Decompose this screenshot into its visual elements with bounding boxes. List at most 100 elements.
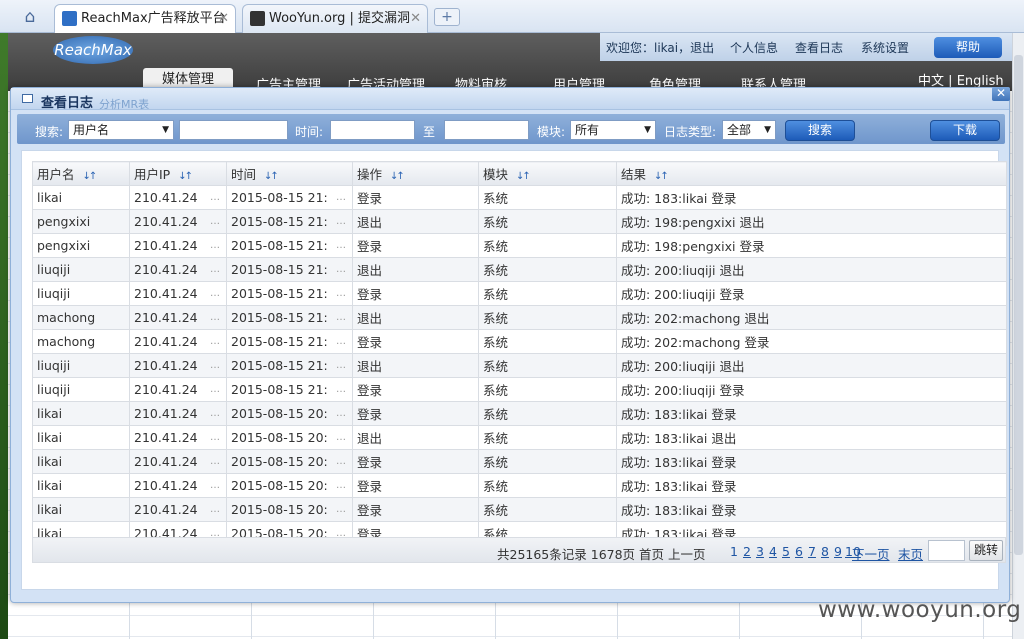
- table-row[interactable]: machong 210.41.24 … 2015-08-15 21: … 登录 系统 成功: …: [32, 329, 1007, 354]
- column-header-label: 结果: [621, 167, 647, 182]
- search-toolbar: 搜索: 用户名 ▼ 时间: 至 模块: 所有 ▼ 日志类型: 全部 ▼ 搜索 下…: [17, 114, 1005, 144]
- table-cell-result: 成功: 183:likai 登录: [616, 185, 1007, 210]
- dialog-titlebar[interactable]: 查看日志 分析MR表: [11, 88, 1009, 111]
- table-row[interactable]: likai 210.41.24 … 2015-08-15 20: … 登录 系统 成功: 18…: [32, 497, 1007, 522]
- table-row[interactable]: liuqiji 210.41.24 … 2015-08-15 21: … 登录 系统 成功: …: [32, 281, 1007, 306]
- new-tab-button[interactable]: +: [434, 8, 460, 26]
- page-jump-button[interactable]: 跳转: [969, 540, 1003, 561]
- end-time-input[interactable]: [444, 120, 529, 140]
- search-field-select[interactable]: 用户名 ▼: [68, 120, 174, 140]
- sort-arrows-icon[interactable]: ↓↑: [83, 171, 98, 182]
- table-cell-username: likai: [32, 449, 130, 474]
- tab-label: ReachMax广告释放平台: [81, 11, 226, 26]
- log-type-select[interactable]: 全部 ▼: [722, 120, 776, 140]
- start-time-input[interactable]: [330, 120, 415, 140]
- table-row[interactable]: likai 210.41.24 … 2015-08-15 20: … 登录 系统 成功: 18…: [32, 473, 1007, 498]
- search-field-value: 用户名: [73, 123, 110, 137]
- table-row[interactable]: machong 210.41.24 … 2015-08-15 21: … 退出 系统 成功: …: [32, 305, 1007, 330]
- page-link-9[interactable]: 9: [834, 544, 842, 559]
- table-cell-time: 2015-08-15 21:…: [226, 329, 353, 354]
- cell-text: 系统: [483, 215, 509, 230]
- first-page-link[interactable]: 首页: [639, 544, 664, 563]
- table-row[interactable]: likai 210.41.24 … 2015-08-15 21: … 登录 系统 成功: 18…: [32, 185, 1007, 210]
- profile-link[interactable]: 个人信息: [730, 39, 778, 56]
- page-jump-input[interactable]: [928, 540, 965, 561]
- table-row[interactable]: liuqiji 210.41.24 … 2015-08-15 21: … 退出 系统 成功: …: [32, 257, 1007, 282]
- page-link-2[interactable]: 2: [743, 544, 751, 559]
- page-link-8[interactable]: 8: [821, 544, 829, 559]
- table-cell-result: 成功: 198:pengxixi 退出: [616, 209, 1007, 234]
- table-cell-module: 系统: [478, 185, 617, 210]
- page-link-5[interactable]: 5: [782, 544, 790, 559]
- page-link-6[interactable]: 6: [795, 544, 803, 559]
- column-header-user-ip[interactable]: 用户IP ↓↑: [129, 161, 227, 186]
- column-header-result[interactable]: 结果 ↓↑: [616, 161, 1007, 186]
- cell-text: 成功: 183:likai 登录: [621, 479, 737, 494]
- table-cell-operation: 退出: [352, 209, 479, 234]
- cell-text: 210.41.24: [134, 334, 198, 349]
- page-link-1[interactable]: 1: [730, 544, 738, 559]
- column-header-username[interactable]: 用户名 ↓↑: [32, 161, 130, 186]
- welcome-logout-link[interactable]: 欢迎您：likai，退出: [606, 39, 714, 56]
- page-link-4[interactable]: 4: [769, 544, 777, 559]
- cell-text: likai: [37, 478, 63, 493]
- home-icon[interactable]: ⌂: [18, 6, 42, 28]
- column-header-time[interactable]: 时间 ↓↑: [226, 161, 353, 186]
- prev-page-link[interactable]: 上一页: [668, 544, 706, 563]
- close-tab-icon[interactable]: ✕: [218, 5, 229, 32]
- page-link-7[interactable]: 7: [808, 544, 816, 559]
- table-row[interactable]: liuqiji 210.41.24 … 2015-08-15 21: … 退出 系统 成功: …: [32, 353, 1007, 378]
- table-row[interactable]: pengxixi 210.41.24 … 2015-08-15 21: … 退出 系统 成功:…: [32, 209, 1007, 234]
- view-log-dialog: 查看日志 分析MR表 ✕ 搜索: 用户名 ▼ 时间: 至 模块: 所有 ▼ 日志…: [10, 87, 1010, 603]
- column-header-module[interactable]: 模块 ↓↑: [478, 161, 617, 186]
- ellipsis-icon: …: [210, 384, 220, 395]
- dialog-close-icon[interactable]: ✕: [992, 87, 1010, 101]
- cell-text: 系统: [483, 263, 509, 278]
- close-tab-icon[interactable]: ✕: [410, 5, 421, 32]
- browser-tab-wooyun[interactable]: WooYun.org | 提交漏洞 ✕: [242, 4, 428, 33]
- next-page-link[interactable]: 下一页: [852, 544, 890, 563]
- table-cell-user-ip: 210.41.24…: [129, 305, 227, 330]
- sort-arrows-icon[interactable]: ↓↑: [516, 171, 531, 182]
- ellipsis-icon: …: [336, 312, 346, 323]
- search-keyword-input[interactable]: [179, 120, 288, 140]
- cell-text: 系统: [483, 383, 509, 398]
- column-header-operation[interactable]: 操作 ↓↑: [352, 161, 479, 186]
- module-select[interactable]: 所有 ▼: [570, 120, 656, 140]
- sort-arrows-icon[interactable]: ↓↑: [390, 171, 405, 182]
- help-button[interactable]: 帮助: [934, 37, 1002, 58]
- table-row[interactable]: likai 210.41.24 … 2015-08-15 20: … 退出 系统 成功: 18…: [32, 425, 1007, 450]
- download-button[interactable]: 下载: [930, 120, 1000, 141]
- table-cell-result: 成功: 183:likai 登录: [616, 473, 1007, 498]
- table-row[interactable]: likai 210.41.24 … 2015-08-15 20: … 登录 系统 成功: 18…: [32, 449, 1007, 474]
- table-cell-result: 成功: 200:liuqiji 登录: [616, 281, 1007, 306]
- table-row[interactable]: liuqiji 210.41.24 … 2015-08-15 21: … 登录 系统 成功: …: [32, 377, 1007, 402]
- view-log-link[interactable]: 查看日志: [795, 39, 843, 56]
- table-row[interactable]: likai 210.41.24 … 2015-08-15 20: … 登录 系统 成功: 18…: [32, 401, 1007, 426]
- reachmax-logo[interactable]: ReachMax: [53, 36, 133, 64]
- cell-text: 2015-08-15 21:: [231, 286, 328, 301]
- ellipsis-icon: …: [336, 384, 346, 395]
- ellipsis-icon: …: [210, 240, 220, 251]
- cell-text: liuqiji: [37, 286, 71, 301]
- settings-link[interactable]: 系统设置: [861, 39, 909, 56]
- browser-tab-reachmax[interactable]: ReachMax广告释放平台 ✕: [54, 4, 236, 33]
- scrollbar-thumb[interactable]: [1014, 55, 1023, 555]
- table-cell-username: likai: [32, 425, 130, 450]
- sort-arrows-icon[interactable]: ↓↑: [654, 171, 669, 182]
- table-cell-time: 2015-08-15 20:…: [226, 425, 353, 450]
- sort-arrows-icon[interactable]: ↓↑: [264, 171, 279, 182]
- sort-arrows-icon[interactable]: ↓↑: [178, 171, 193, 182]
- last-page-link[interactable]: 末页: [898, 544, 923, 563]
- page-link-3[interactable]: 3: [756, 544, 764, 559]
- table-row[interactable]: pengxixi 210.41.24 … 2015-08-15 21: … 登录 系统 成功:…: [32, 233, 1007, 258]
- table-cell-operation: 退出: [352, 425, 479, 450]
- search-button[interactable]: 搜索: [785, 120, 855, 141]
- table-cell-module: 系统: [478, 473, 617, 498]
- table-cell-username: liuqiji: [32, 353, 130, 378]
- page-scrollbar[interactable]: [1012, 33, 1024, 639]
- table-cell-operation: 退出: [352, 305, 479, 330]
- desktop-edge: [0, 33, 8, 639]
- cell-text: 2015-08-15 20:: [231, 502, 328, 517]
- cell-text: 成功: 183:likai 登录: [621, 191, 737, 206]
